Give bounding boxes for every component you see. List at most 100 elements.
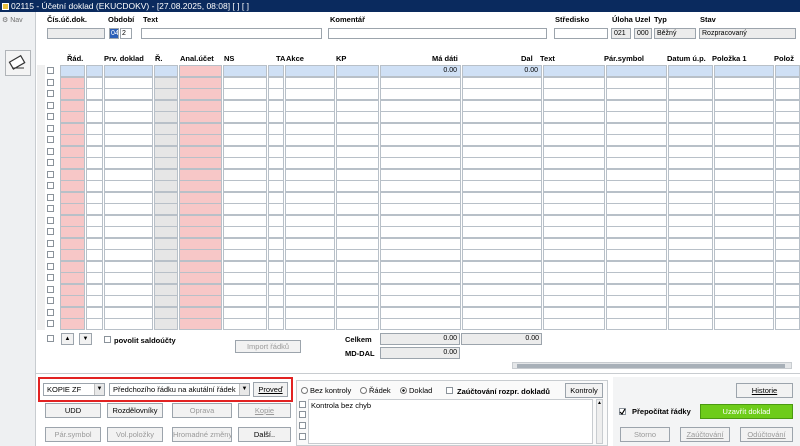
anal-ucet-cell[interactable] <box>179 168 222 181</box>
md-cell[interactable] <box>380 122 461 135</box>
ta-cell[interactable] <box>268 272 284 284</box>
row-checkbox[interactable] <box>47 274 54 281</box>
row-checkbox[interactable] <box>47 251 54 258</box>
polozka1-cell[interactable] <box>714 168 774 181</box>
row-checkbox[interactable] <box>47 297 54 304</box>
kp-cell[interactable] <box>336 272 379 284</box>
anal-ucet-cell[interactable] <box>179 145 222 158</box>
poloz-cell[interactable] <box>775 295 800 307</box>
kp-cell[interactable] <box>336 191 379 204</box>
akce-cell[interactable] <box>285 191 335 204</box>
par-symbol-cell[interactable] <box>606 306 667 319</box>
prv-cell[interactable] <box>86 226 103 238</box>
anal-ucet-cell[interactable] <box>179 283 222 296</box>
udd-button[interactable]: UDD <box>45 403 101 418</box>
polozka1-cell[interactable] <box>714 99 774 112</box>
md-cell[interactable] <box>380 249 461 261</box>
prv-cell[interactable] <box>86 295 103 307</box>
poloz-cell[interactable] <box>775 168 800 181</box>
ta-cell[interactable] <box>268 191 284 204</box>
rad-cell[interactable] <box>60 295 85 307</box>
row-checkbox[interactable] <box>47 67 54 74</box>
rad-cell[interactable] <box>60 88 85 100</box>
rad-cell[interactable] <box>60 306 85 319</box>
ns-cell[interactable] <box>223 283 267 296</box>
akce-cell[interactable] <box>285 111 335 123</box>
ns-cell[interactable] <box>223 111 267 123</box>
par-symbol-cell[interactable] <box>606 283 667 296</box>
anal-ucet-cell[interactable] <box>179 88 222 100</box>
text-cell[interactable] <box>543 318 605 330</box>
akce-cell[interactable] <box>285 203 335 215</box>
akce-cell[interactable] <box>285 260 335 273</box>
row-checkbox[interactable] <box>47 216 54 224</box>
md-cell[interactable] <box>380 203 461 215</box>
zauct-rozpr-checkbox[interactable] <box>446 387 453 394</box>
hromadne-zmeny-button[interactable]: Hromadné změny <box>172 427 232 442</box>
rad-cell[interactable] <box>60 318 85 330</box>
poloz-cell[interactable] <box>775 260 800 273</box>
dal-cell[interactable] <box>462 145 542 158</box>
anal-ucet-cell[interactable] <box>179 191 222 204</box>
text-cell[interactable] <box>543 237 605 250</box>
par-symbol-cell[interactable] <box>606 249 667 261</box>
par-symbol-cell[interactable] <box>606 111 667 123</box>
import-rows-button[interactable]: Import řádků <box>235 340 301 353</box>
ns-cell[interactable] <box>223 249 267 261</box>
anal-ucet-cell[interactable] <box>179 295 222 307</box>
uzavrit-doklad-button[interactable]: Uzavřít doklad <box>700 404 793 419</box>
akce-cell[interactable] <box>285 226 335 238</box>
r-cell[interactable] <box>154 65 178 77</box>
datum-cell[interactable] <box>668 76 713 89</box>
akce-cell[interactable] <box>285 76 335 89</box>
ta-cell[interactable] <box>268 203 284 215</box>
akce-cell[interactable] <box>285 99 335 112</box>
polozka1-cell[interactable] <box>714 122 774 135</box>
ta-cell[interactable] <box>268 283 284 296</box>
kp-cell[interactable] <box>336 168 379 181</box>
row-checkbox[interactable] <box>47 285 54 293</box>
kp-cell[interactable] <box>336 249 379 261</box>
ns-cell[interactable] <box>223 65 267 77</box>
md-cell[interactable] <box>380 111 461 123</box>
dal-cell[interactable] <box>462 306 542 319</box>
povolit-saldo-checkbox[interactable] <box>104 336 111 343</box>
prv-cell[interactable] <box>86 157 103 169</box>
prv-cell[interactable] <box>86 272 103 284</box>
datum-cell[interactable] <box>668 111 713 123</box>
ns-cell[interactable] <box>223 180 267 192</box>
polozka1-cell[interactable] <box>714 65 774 77</box>
md-cell[interactable] <box>380 76 461 89</box>
anal-ucet-cell[interactable] <box>179 226 222 238</box>
move-down-button[interactable]: ▼ <box>79 333 92 345</box>
polozka1-cell[interactable] <box>714 318 774 330</box>
dal-cell[interactable] <box>462 226 542 238</box>
text-cell[interactable] <box>543 122 605 135</box>
md-cell[interactable] <box>380 306 461 319</box>
prv-cell[interactable] <box>86 111 103 123</box>
md-cell[interactable] <box>380 168 461 181</box>
polozka1-cell[interactable] <box>714 249 774 261</box>
message-checkbox[interactable] <box>299 433 306 440</box>
poloz-cell[interactable] <box>775 226 800 238</box>
dal-cell[interactable] <box>462 237 542 250</box>
datum-cell[interactable] <box>668 272 713 284</box>
anal-ucet-cell[interactable] <box>179 65 222 77</box>
ns-cell[interactable] <box>223 122 267 135</box>
anal-ucet-cell[interactable] <box>179 122 222 135</box>
md-cell[interactable] <box>380 99 461 112</box>
md-cell[interactable] <box>380 134 461 146</box>
polozka1-cell[interactable] <box>714 237 774 250</box>
bez-kontroly-option[interactable]: Bez kontroly <box>301 386 351 395</box>
akce-cell[interactable] <box>285 134 335 146</box>
rad-cell[interactable] <box>60 145 85 158</box>
ns-cell[interactable] <box>223 318 267 330</box>
text-cell[interactable] <box>543 111 605 123</box>
kopie-button[interactable]: Kopie <box>238 403 291 418</box>
dal-cell[interactable] <box>462 260 542 273</box>
poloz-cell[interactable] <box>775 214 800 227</box>
vol-polozky-button[interactable]: Vol.položky <box>107 427 163 442</box>
nav-label[interactable]: ⚙ Nav <box>2 16 23 24</box>
akce-cell[interactable] <box>285 272 335 284</box>
prv-cell[interactable] <box>86 237 103 250</box>
